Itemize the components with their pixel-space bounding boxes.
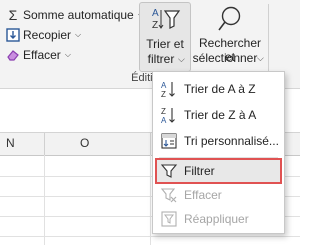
sort-filter-icon: A Z — [151, 6, 181, 35]
grid-line — [150, 155, 151, 245]
menu-separator — [159, 157, 278, 158]
clear-button[interactable]: Effacer ⌵ — [6, 46, 71, 64]
sort-z-a-icon: ZA — [156, 103, 182, 127]
find-label-2: sélectionner — [192, 51, 258, 65]
autosum-label: Somme automatique — [23, 8, 134, 22]
svg-text:A: A — [161, 81, 167, 90]
menu-item-label: Réappliquer — [184, 212, 249, 226]
sort-filter-button[interactable]: A Z Trier et filtrer ⌵ — [139, 2, 191, 72]
column-header-n[interactable]: N — [6, 136, 15, 150]
autosum-button[interactable]: Σ Somme automatique ⌵ — [6, 6, 144, 24]
chevron-down-icon: ⌵ — [64, 50, 71, 59]
sort-filter-menu: AZ Trier de A à Z ZA Trier de Z à A Tri … — [152, 71, 285, 234]
sort-filter-label-1: Trier et — [146, 37, 184, 51]
find-select-button[interactable]: Rechercher et sélectionner ⌵ — [193, 2, 265, 72]
menu-item-sort-a-z[interactable]: AZ Trier de A à Z — [156, 77, 281, 101]
svg-text:Z: Z — [152, 20, 158, 31]
chevron-down-icon: ⌵ — [178, 54, 185, 64]
svg-text:A: A — [161, 116, 167, 124]
svg-text:Z: Z — [161, 90, 166, 98]
menu-item-label: Trier de A à Z — [184, 82, 256, 96]
menu-item-custom-sort[interactable]: Tri personnalisé... — [156, 129, 281, 153]
clear-label: Effacer — [23, 48, 61, 62]
reapply-filter-icon — [156, 207, 182, 231]
fill-label: Recopier — [23, 28, 72, 42]
chevron-down-icon: ⌵ — [75, 30, 82, 39]
magnifier-icon — [217, 5, 243, 36]
grid-line — [44, 155, 45, 245]
chevron-down-icon: ⌵ — [257, 53, 264, 63]
column-header-o[interactable]: O — [80, 136, 89, 150]
grid-line — [0, 236, 300, 237]
menu-item-label: Effacer — [184, 188, 222, 202]
fill-down-icon — [6, 28, 20, 42]
sigma-icon: Σ — [8, 7, 18, 23]
svg-text:Z: Z — [161, 107, 166, 116]
eraser-icon — [6, 48, 20, 62]
fill-button[interactable]: Recopier ⌵ — [6, 26, 81, 44]
menu-item-sort-z-a[interactable]: ZA Trier de Z à A — [156, 103, 281, 127]
menu-item-clear-filter[interactable]: Effacer — [156, 183, 281, 207]
column-divider[interactable] — [150, 133, 151, 155]
column-divider[interactable] — [44, 133, 45, 155]
clear-filter-icon — [156, 183, 182, 207]
menu-item-label: Tri personnalisé... — [184, 134, 279, 148]
menu-item-reapply[interactable]: Réappliquer — [156, 207, 281, 231]
sort-a-z-icon: AZ — [156, 77, 182, 101]
menu-item-filter[interactable]: Filtrer — [155, 158, 282, 184]
menu-item-label: Trier de Z à A — [184, 108, 257, 122]
svg-text:A: A — [152, 8, 159, 19]
custom-sort-icon — [156, 129, 182, 153]
filter-icon — [156, 159, 182, 183]
menu-item-label: Filtrer — [184, 164, 215, 178]
